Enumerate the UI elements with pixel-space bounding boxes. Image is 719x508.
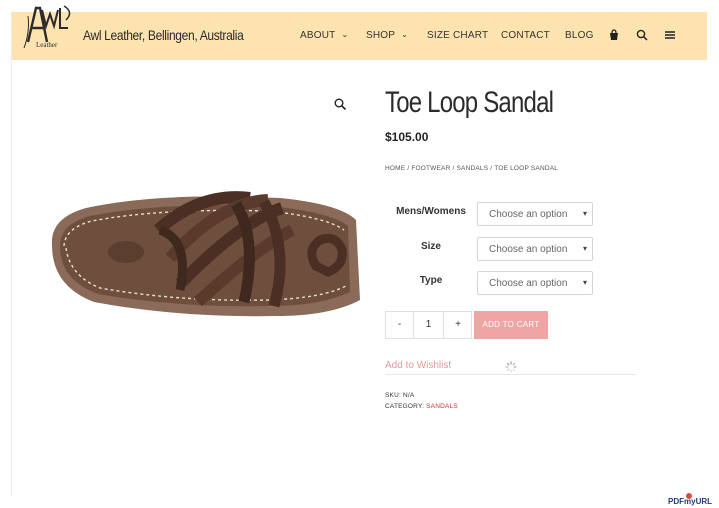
divider [385, 374, 636, 375]
product-category: CATEGORY: SANDALS [385, 403, 458, 410]
select-placeholder: Choose an option [489, 278, 568, 289]
chevron-down-icon: ▾ [582, 278, 587, 287]
quantity-stepper: - 1 + [385, 311, 472, 339]
size-select[interactable]: Choose an option ▾ [477, 237, 593, 261]
search-icon[interactable] [635, 28, 649, 42]
chevron-down-icon: ▾ [582, 209, 587, 218]
breadcrumb-home[interactable]: HOME [385, 165, 405, 172]
add-to-cart-button[interactable]: ADD TO CART [474, 311, 548, 339]
quantity-minus-button[interactable]: - [386, 312, 414, 338]
watermark: PDFmyURL [668, 493, 712, 506]
nav-label: SHOP [366, 30, 396, 41]
nav-item-blog[interactable]: BLOG [565, 30, 594, 41]
watermark-dot [686, 493, 692, 499]
product-image[interactable] [30, 80, 360, 410]
select-placeholder: Choose an option [489, 209, 568, 220]
category-link[interactable]: SANDALS [426, 403, 458, 410]
site-logo[interactable]: Leather [22, 2, 78, 50]
breadcrumb-sandals[interactable]: SANDALS [457, 165, 489, 172]
gender-select[interactable]: Choose an option ▾ [477, 202, 593, 226]
zoom-icon[interactable] [333, 97, 347, 111]
product-price: $105.00 [385, 130, 429, 144]
chevron-down-icon: ⌄ [401, 30, 409, 39]
select-placeholder: Choose an option [489, 244, 568, 255]
menu-icon[interactable] [663, 28, 677, 42]
variation-label-gender: Mens/Womens [396, 206, 466, 217]
loading-spinner-icon [505, 361, 517, 373]
nav-label: BLOG [565, 30, 594, 41]
sku-label: SKU: [385, 392, 401, 399]
sku-value: N/A [403, 392, 415, 399]
nav-item-shop[interactable]: SHOP ⌄ [366, 30, 408, 41]
nav-label: ABOUT [300, 30, 336, 41]
product-sku: SKU: N/A [385, 392, 414, 399]
cart-icon[interactable] [607, 28, 621, 42]
product-title: Toe Loop Sandal [385, 86, 554, 119]
add-to-wishlist-link[interactable]: Add to Wishlist [385, 360, 451, 371]
nav-item-about[interactable]: ABOUT ⌄ [300, 30, 348, 41]
nav-label: CONTACT [501, 30, 550, 41]
nav-label: SIZE CHART [427, 30, 489, 41]
quantity-plus-button[interactable]: + [443, 312, 472, 338]
chevron-down-icon: ⌄ [341, 30, 349, 39]
breadcrumb-footwear[interactable]: FOOTWEAR [411, 165, 450, 172]
category-label: CATEGORY: [385, 403, 425, 410]
quantity-input[interactable]: 1 [414, 312, 443, 338]
logo-text: Leather [36, 41, 58, 49]
nav-item-size-chart[interactable]: SIZE CHART [427, 30, 488, 41]
nav-item-contact[interactable]: CONTACT [501, 30, 550, 41]
chevron-down-icon: ▾ [582, 244, 587, 253]
site-title[interactable]: Awl Leather, Bellingen, Australia [83, 27, 244, 43]
breadcrumb: HOME / FOOTWEAR / SANDALS / TOE LOOP SANDAL [385, 165, 559, 172]
breadcrumb-current: TOE LOOP SANDAL [494, 165, 559, 172]
variation-label-type: Type [419, 275, 443, 286]
type-select[interactable]: Choose an option ▾ [477, 271, 593, 295]
variation-label-size: Size [420, 241, 441, 252]
